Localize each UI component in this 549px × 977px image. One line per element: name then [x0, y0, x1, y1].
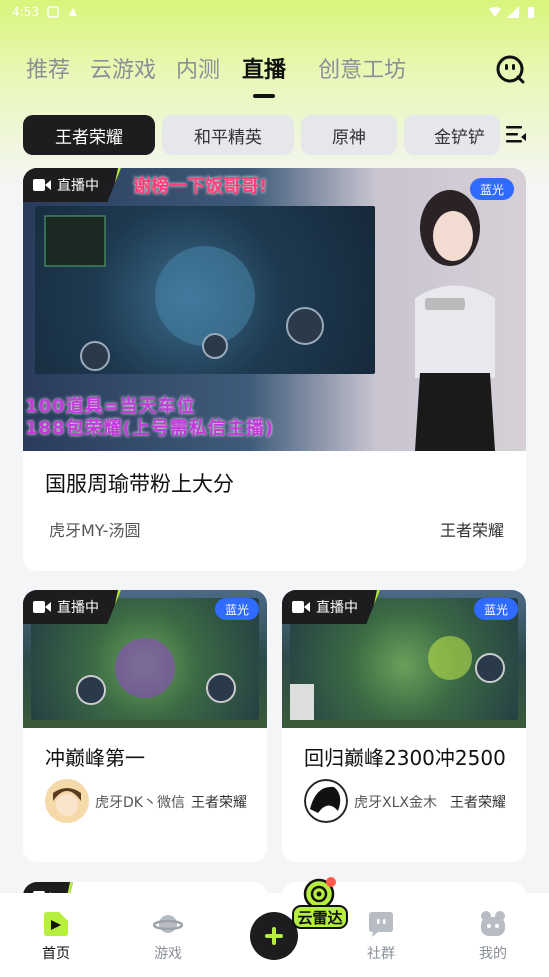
tab-recommend[interactable]: 推荐 [26, 52, 70, 84]
cloud-radar-button[interactable]: 云雷达 [291, 876, 351, 932]
chat-bubble-icon [368, 912, 393, 937]
signal-icon [507, 6, 519, 18]
filter-menu-icon[interactable] [505, 123, 527, 145]
live-card[interactable]: 直播中 蓝光 冲巅峰第一 虎牙DK丶微信 王者荣耀 [23, 590, 267, 862]
battery-icon [528, 7, 534, 18]
notification-icon [47, 6, 59, 18]
live-card-thumbnail: 直播中 蓝光 [282, 590, 526, 728]
live-badge: 直播中 [282, 590, 380, 624]
streamer-photo [415, 190, 495, 451]
profile-icon [481, 911, 505, 936]
chip-peacekeeper-elite[interactable]: 和平精英 [162, 115, 294, 155]
planet-icon [153, 915, 184, 933]
nav-profile[interactable]: 我的 [437, 893, 549, 977]
game-filter-chips: 王者荣耀 和平精英 原神 金铲铲 [23, 115, 503, 155]
live-card-title: 冲巅峰第一 [45, 746, 145, 770]
live-card-thumbnail: 直播中 蓝光 [23, 590, 267, 728]
nav-home-label: 首页 [42, 946, 71, 962]
status-bar: 4:53 [0, 0, 549, 24]
tab-cloud-gaming[interactable]: 云游戏 [90, 52, 156, 84]
live-card-streamer: 虎牙DK丶微信 [95, 795, 185, 811]
featured-game: 王者荣耀 [439, 521, 504, 540]
home-icon [44, 912, 69, 936]
live-badge: 直播中 [23, 590, 121, 624]
featured-title: 国服周瑜带粉上大分 [45, 472, 234, 496]
wifi-icon [489, 7, 501, 17]
featured-streamer: 虎牙MY-汤圆 [49, 521, 141, 540]
video-camera-icon [292, 601, 310, 613]
avatar[interactable] [45, 779, 89, 823]
tab-live[interactable]: 直播 [242, 52, 286, 84]
chip-honor-of-kings[interactable]: 王者荣耀 [23, 115, 155, 155]
main-tab-bar: 推荐 云游戏 内测 直播 创意工坊 [26, 52, 406, 96]
nav-home[interactable]: 首页 [0, 893, 112, 977]
live-label: 直播中 [57, 178, 99, 194]
chip-golden-spatula[interactable]: 金铲铲 [404, 115, 500, 155]
live-badge: 直播中 [23, 168, 121, 202]
app-notification-icon [68, 8, 77, 16]
quality-badge: 蓝光 [473, 598, 518, 620]
live-card-game: 王者荣耀 [450, 795, 506, 811]
thumbnail-banner-text: 谢榜一下饭哥哥! [133, 176, 268, 197]
live-card-game: 王者荣耀 [191, 795, 247, 811]
nav-games[interactable]: 游戏 [112, 893, 224, 977]
status-time: 4:53 [12, 5, 39, 19]
nav-games-label: 游戏 [154, 946, 183, 962]
live-card[interactable]: 直播中 蓝光 回归巅峰2300冲2500 虎牙XLX金木 王者荣耀 [282, 590, 526, 862]
tab-beta[interactable]: 内测 [176, 52, 220, 84]
live-card-streamer: 虎牙XLX金木 [354, 795, 437, 811]
thumbnail-caption: 100道具=当天车位 188包荣耀(上号需私信主播) [23, 396, 274, 440]
nav-community-label: 社群 [366, 946, 395, 962]
thumbnail-caption-line2: 188包荣耀(上号需私信主播) [25, 418, 275, 439]
plus-icon [265, 927, 283, 945]
avatar[interactable] [304, 779, 348, 823]
tab-creative-workshop[interactable]: 创意工坊 [318, 52, 406, 84]
featured-live-card[interactable]: 谢榜一下饭哥哥! 100道具=当天车位 188包荣耀(上号需私信主播) 直播中 … [23, 168, 526, 571]
search-icon[interactable] [495, 54, 525, 84]
quality-badge: 蓝光 [214, 598, 259, 620]
video-camera-icon [33, 601, 51, 613]
live-label: 直播中 [316, 600, 358, 616]
live-label: 直播中 [57, 600, 99, 616]
chip-genshin[interactable]: 原神 [301, 115, 397, 155]
nav-profile-label: 我的 [479, 946, 507, 962]
game-screen-image [35, 206, 375, 374]
cloud-radar-label: 云雷达 [297, 909, 342, 927]
video-camera-icon [33, 179, 51, 191]
thumbnail-caption-line1: 100道具=当天车位 [25, 396, 196, 417]
live-card-title: 回归巅峰2300冲2500 [304, 746, 506, 770]
featured-thumbnail: 谢榜一下饭哥哥! 100道具=当天车位 188包荣耀(上号需私信主播) 直播中 … [23, 168, 526, 451]
quality-badge: 蓝光 [469, 178, 514, 200]
